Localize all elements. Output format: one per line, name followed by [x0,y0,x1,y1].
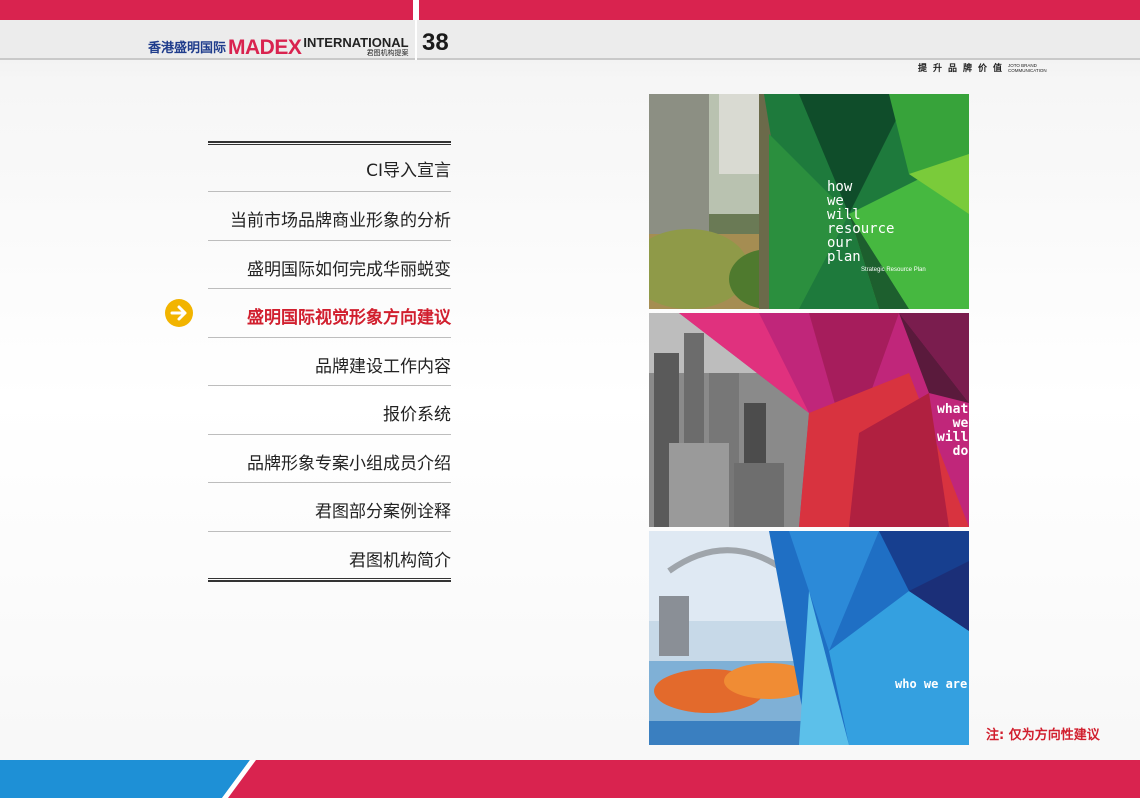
menu-item-market-analysis[interactable]: 当前市场品牌商业形象的分析 [208,192,451,241]
panel1-caption: Strategic Resource Plan [861,267,926,273]
menu-bottom-rule [208,577,451,582]
bottom-color-band [0,760,1140,798]
brand-international: INTERNATIONAL [303,35,409,50]
tagline-en-line2: COMMUNICATION [1008,67,1047,73]
showcase-image-magenta: what we will do [649,313,969,527]
arrow-right-icon [165,299,193,327]
tagline-cn: 提升品牌价值 [918,64,1009,74]
panel3-headline: who we are [895,677,968,691]
menu-item-team[interactable]: 品牌形象专案小组成员介绍 [208,435,451,483]
tagline-en: JOTO BRAND COMMUNICATION [1008,63,1047,73]
panel1-headline: how we will resource our plan [827,179,895,265]
brand-name-cn: 香港盛明国际 [148,41,227,56]
page-number: 38 [422,29,449,56]
showcase-image-green: how we will resource our plan Strategic … [649,94,969,309]
header-tagline: 提升品牌价值 JOTO BRAND COMMUNICATION [918,61,1047,75]
footnote: 注: 仅为方向性建议 [986,728,1100,743]
menu-item-transformation[interactable]: 盛明国际如何完成华丽蜕变 [208,241,451,289]
brand-international-block: INTERNATIONAL 君图机构提案 [303,36,408,58]
panel2-headline: what we will do [937,402,969,459]
showcase-image-blue: who we are [649,531,969,745]
top-color-band [0,0,1140,20]
header-divider [415,0,417,60]
menu-item-cases[interactable]: 君图部分案例诠释 [208,483,451,532]
menu-item-pricing[interactable]: 报价系统 [208,386,451,435]
menu-item-ci-declaration[interactable]: CI导入宣言 [208,145,451,192]
page-header: 香港盛明国际 MADEX INTERNATIONAL 君图机构提案 提升品牌价值… [0,0,1140,74]
brand-subtitle: 君图机构提案 [366,49,409,57]
brand-madex: MADEX [228,36,302,59]
contents-menu: CI导入宣言 当前市场品牌商业形象的分析 盛明国际如何完成华丽蜕变 盛明国际视觉… [208,141,451,582]
menu-item-visual-direction[interactable]: 盛明国际视觉形象方向建议 [208,289,451,338]
menu-item-brand-work[interactable]: 品牌建设工作内容 [208,338,451,386]
brand-logo: 香港盛明国际 MADEX INTERNATIONAL 君图机构提案 [148,32,409,58]
menu-item-about[interactable]: 君图机构简介 [208,532,451,578]
